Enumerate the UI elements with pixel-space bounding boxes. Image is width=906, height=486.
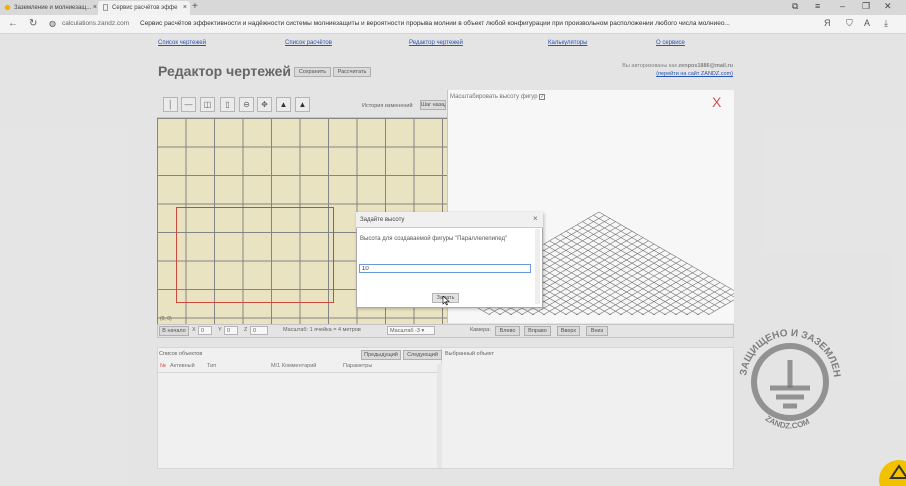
dialog-close-icon[interactable]: ×	[533, 214, 538, 223]
back-icon[interactable]: ←	[8, 18, 18, 29]
url-text[interactable]: calculations.zandz.com	[62, 20, 129, 27]
dialog-title: Задайте высоту	[360, 217, 405, 223]
mouse-cursor-icon	[442, 296, 450, 306]
new-tab-icon[interactable]: +	[192, 1, 198, 12]
dialog-scrollbar[interactable]	[535, 229, 540, 304]
tab-title: Заземление и молниезащ...	[14, 5, 92, 11]
zandz-favicon-icon	[4, 4, 11, 11]
translate-icon[interactable]: A	[864, 18, 870, 28]
url-page-title[interactable]: Сервис расчётов эффективности и надёжнос…	[140, 20, 790, 27]
tab-title: Сервис расчётов эффе	[112, 5, 178, 11]
restore-icon[interactable]: ❐	[862, 1, 870, 12]
yandex-icon[interactable]: Я	[824, 18, 831, 28]
dialog-message: Высота для создаваемой фигуры "Параллеле…	[360, 236, 508, 242]
close-tab-icon[interactable]: ×	[93, 1, 97, 15]
menu-icon[interactable]: ≡	[815, 1, 820, 11]
browser-tab-zandz[interactable]: Заземление и молниезащ... ×	[0, 1, 100, 15]
bookmark-panel-icon[interactable]: ⧉	[792, 1, 798, 12]
page-favicon-icon	[103, 4, 108, 11]
site-info-icon[interactable]: ◍	[49, 19, 56, 28]
reload-icon[interactable]: ↻	[29, 18, 37, 29]
download-icon[interactable]: ⤓	[884, 18, 888, 29]
close-tab-icon[interactable]: ×	[183, 1, 187, 15]
warning-badge-icon[interactable]	[877, 458, 906, 486]
browser-tab-service[interactable]: Сервис расчётов эффе ×	[98, 1, 190, 15]
minimize-icon[interactable]: –	[840, 1, 845, 11]
height-input[interactable]	[359, 264, 531, 273]
zandz-watermark-logo: ЗАЩИЩЕНО И ЗАЗЕМЛЕНО ZANDZ.COM	[731, 308, 842, 431]
close-window-icon[interactable]: ✕	[884, 1, 892, 12]
shield-icon[interactable]: ⛉	[846, 18, 853, 29]
